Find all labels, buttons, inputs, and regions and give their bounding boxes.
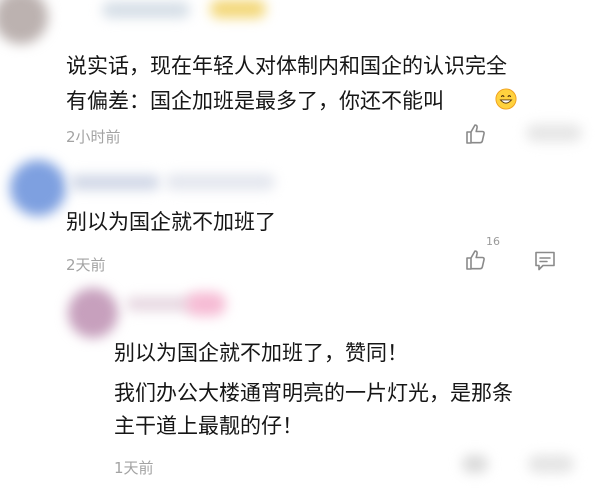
comment-time: 2小时前 bbox=[66, 128, 121, 146]
comment-text: 别以为国企就不加班了 bbox=[66, 210, 276, 234]
comment-text-line-3: 主干道上最靓的仔！ bbox=[114, 414, 303, 438]
grinning-face-icon bbox=[495, 88, 517, 110]
thumbs-up-icon[interactable] bbox=[464, 248, 488, 272]
comment-text-line-2: 有偏差：国企加班是最多了，你还不能叫 bbox=[66, 89, 444, 113]
badge-blurred bbox=[210, 0, 266, 18]
avatar[interactable] bbox=[0, 0, 48, 44]
action-blurred bbox=[528, 455, 574, 473]
thumbs-up-icon[interactable] bbox=[464, 122, 488, 146]
comment-text-line-1: 说实话，现在年轻人对体制内和国企的认识完全 bbox=[66, 54, 507, 78]
comment-time: 2天前 bbox=[66, 256, 106, 274]
comment-icon[interactable] bbox=[533, 249, 557, 273]
avatar[interactable] bbox=[68, 288, 118, 338]
avatar[interactable] bbox=[10, 160, 66, 216]
comment-time: 1天前 bbox=[114, 459, 154, 477]
username-blurred bbox=[70, 175, 160, 190]
action-blurred bbox=[462, 455, 488, 473]
badge-blurred bbox=[186, 292, 226, 316]
like-count: 16 bbox=[486, 235, 500, 248]
comment-text-line-1: 别以为国企就不加班了，赞同！ bbox=[114, 341, 408, 365]
username-blurred bbox=[102, 2, 190, 18]
action-blurred bbox=[526, 124, 582, 142]
comment-text-line-2: 我们办公大楼通宵明亮的一片灯光，是那条 bbox=[114, 381, 513, 405]
badge-blurred bbox=[165, 174, 275, 190]
